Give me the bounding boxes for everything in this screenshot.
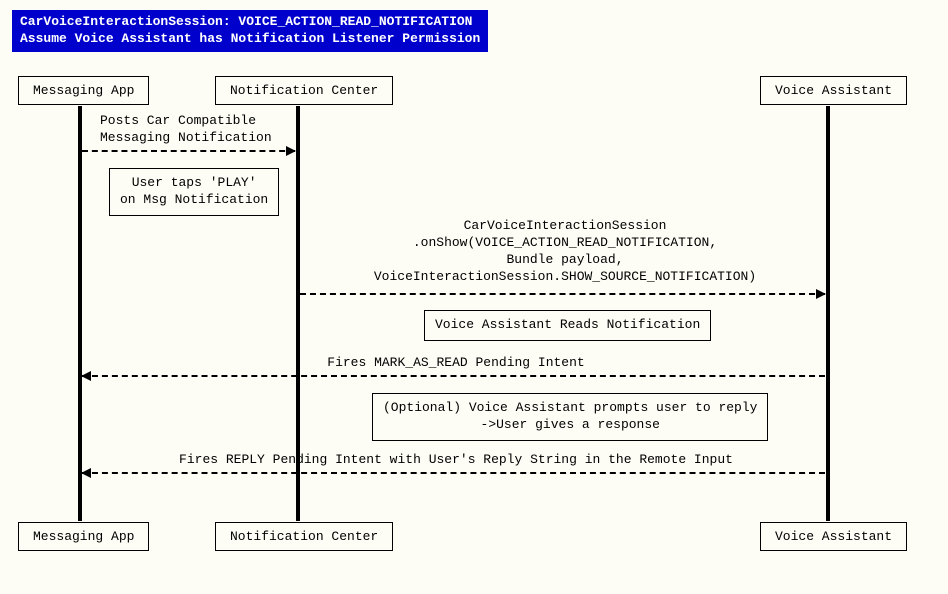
- msg-mark-as-read: Fires MARK_AS_READ Pending Intent: [88, 355, 824, 372]
- participant-voice-assistant-top: Voice Assistant: [760, 76, 907, 105]
- participant-label: Messaging App: [33, 83, 134, 98]
- note-line: on Msg Notification: [120, 192, 268, 209]
- title-line-1: CarVoiceInteractionSession: VOICE_ACTION…: [20, 14, 480, 31]
- note-va-reads: Voice Assistant Reads Notification: [424, 310, 711, 341]
- participant-messaging-app-top: Messaging App: [18, 76, 149, 105]
- note-line: ->User gives a response: [383, 417, 757, 434]
- participant-label: Messaging App: [33, 529, 134, 544]
- arrow-msg2: [300, 293, 825, 295]
- msg-line: Posts Car Compatible: [100, 113, 300, 130]
- msg-onshow: CarVoiceInteractionSession .onShow(VOICE…: [306, 218, 824, 286]
- note-optional-reply: (Optional) Voice Assistant prompts user …: [372, 393, 768, 441]
- participant-label: Notification Center: [230, 83, 378, 98]
- arrow-msg1: [82, 150, 295, 152]
- title-line-2: Assume Voice Assistant has Notification …: [20, 31, 480, 48]
- participant-notification-center-top: Notification Center: [215, 76, 393, 105]
- arrow-msg4: [82, 472, 825, 474]
- arrow-msg3: [82, 375, 825, 377]
- msg-reply-intent: Fires REPLY Pending Intent with User's R…: [88, 452, 824, 469]
- participant-notification-center-bottom: Notification Center: [215, 522, 393, 551]
- msg-line: CarVoiceInteractionSession: [306, 218, 824, 235]
- msg-line: .onShow(VOICE_ACTION_READ_NOTIFICATION,: [306, 235, 824, 252]
- lifeline-messaging-app: [78, 106, 82, 521]
- msg-line: Bundle payload,: [306, 252, 824, 269]
- msg-posts-notification: Posts Car Compatible Messaging Notificat…: [100, 113, 300, 147]
- msg-line: VoiceInteractionSession.SHOW_SOURCE_NOTI…: [306, 269, 824, 286]
- diagram-title: CarVoiceInteractionSession: VOICE_ACTION…: [12, 10, 488, 52]
- participant-label: Notification Center: [230, 529, 378, 544]
- note-line: User taps 'PLAY': [120, 175, 268, 192]
- msg-line: Messaging Notification: [100, 130, 300, 147]
- participant-label: Voice Assistant: [775, 83, 892, 98]
- participant-messaging-app-bottom: Messaging App: [18, 522, 149, 551]
- participant-voice-assistant-bottom: Voice Assistant: [760, 522, 907, 551]
- msg-line: Fires REPLY Pending Intent with User's R…: [179, 452, 733, 467]
- note-user-taps-play: User taps 'PLAY' on Msg Notification: [109, 168, 279, 216]
- participant-label: Voice Assistant: [775, 529, 892, 544]
- lifeline-voice-assistant: [826, 106, 830, 521]
- note-line: Voice Assistant Reads Notification: [435, 317, 700, 332]
- note-line: (Optional) Voice Assistant prompts user …: [383, 400, 757, 417]
- msg-line: Fires MARK_AS_READ Pending Intent: [327, 355, 584, 370]
